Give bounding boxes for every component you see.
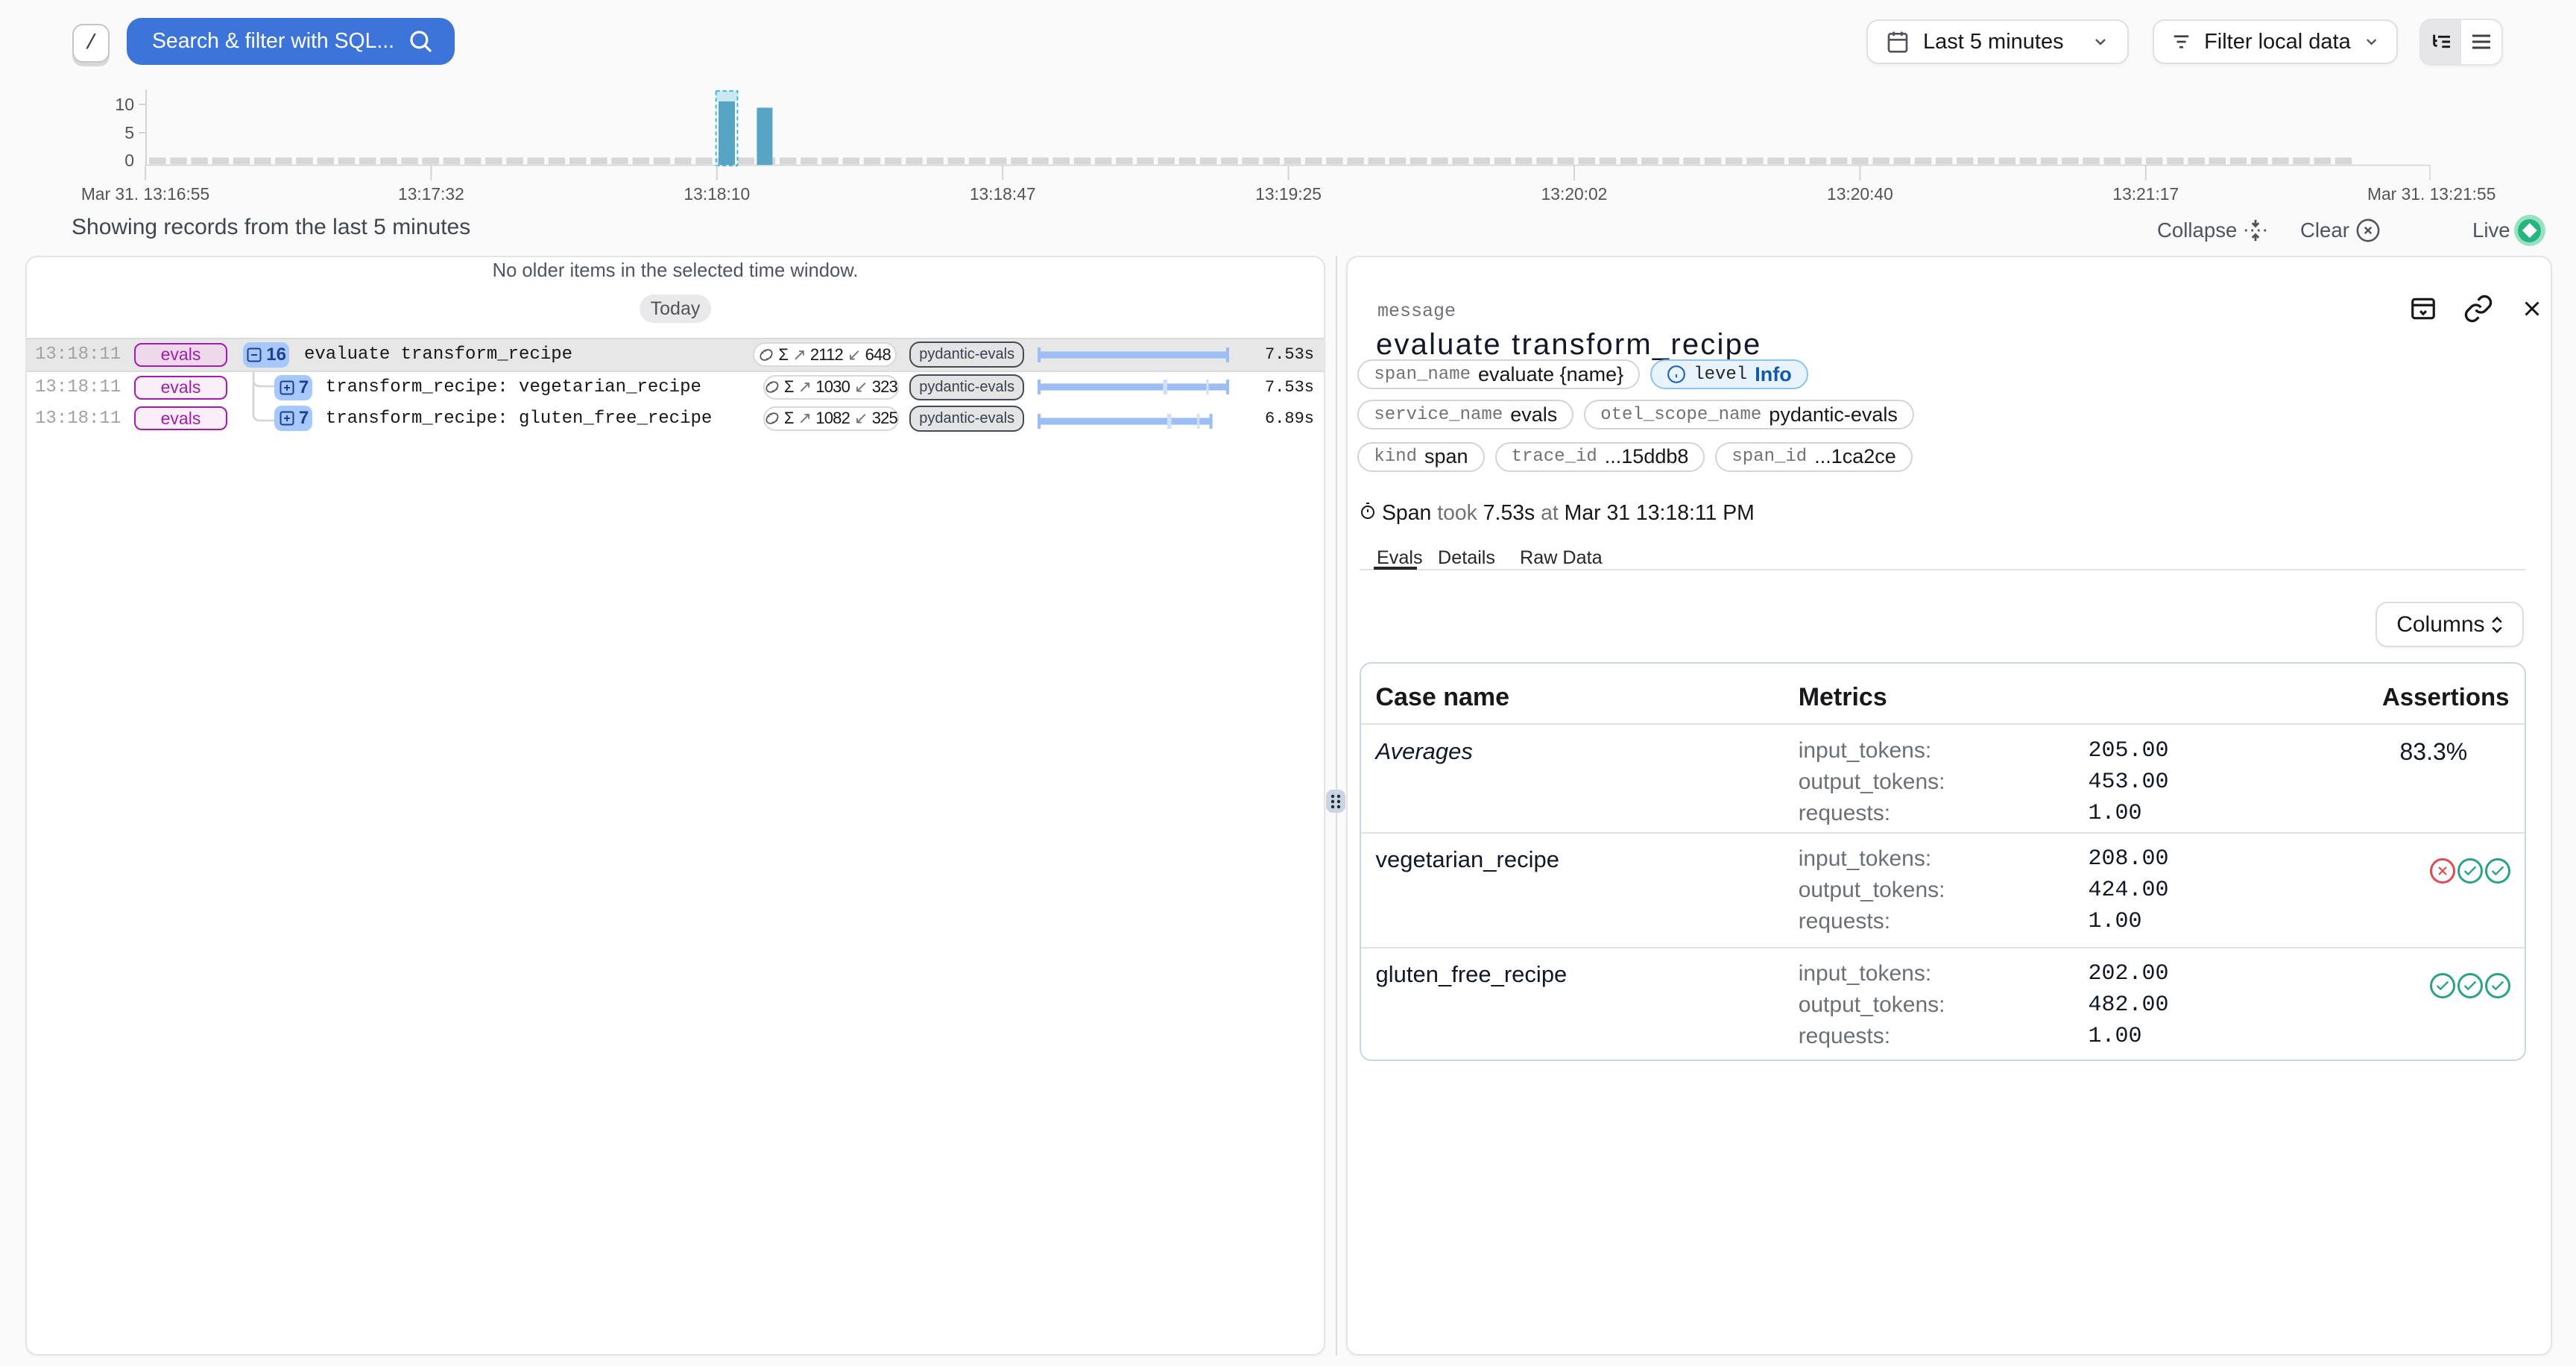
svg-text:13:21:17: 13:21:17 <box>2112 184 2179 204</box>
svg-text:Mar 31. 13:16:55: Mar 31. 13:16:55 <box>81 184 209 204</box>
svg-text:10: 10 <box>115 95 134 114</box>
svg-text:0: 0 <box>124 151 134 170</box>
svg-text:13:20:02: 13:20:02 <box>1541 184 1608 204</box>
svg-text:Mar 31. 13:21:55: Mar 31. 13:21:55 <box>2367 184 2496 204</box>
svg-text:5: 5 <box>124 123 134 142</box>
svg-text:13:17:32: 13:17:32 <box>398 184 464 204</box>
svg-text:13:19:25: 13:19:25 <box>1255 184 1322 204</box>
svg-text:13:18:10: 13:18:10 <box>684 184 750 204</box>
svg-text:13:18:47: 13:18:47 <box>970 184 1036 204</box>
svg-text:13:20:40: 13:20:40 <box>1827 184 1893 204</box>
